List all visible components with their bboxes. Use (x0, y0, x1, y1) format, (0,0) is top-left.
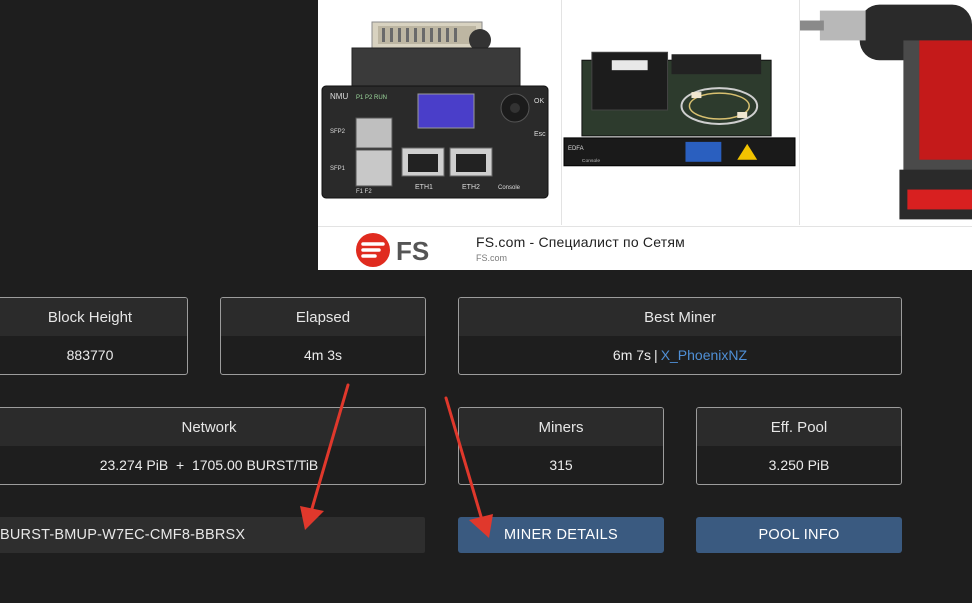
best-miner-separator: | (654, 347, 658, 363)
block-height-value: 883770 (66, 347, 114, 363)
best-miner-label: Best Miner (459, 298, 901, 336)
ad-product-network-module[interactable]: NMU P1 P2 RUN OK Esc SFP2 SFP1 F1 F2 ETH… (320, 0, 558, 225)
ad-footer[interactable]: FS FS.com - Специалист по Сетям FS.com (318, 226, 972, 270)
ad-product-drill[interactable] (799, 0, 972, 225)
eth1-label: ETH1 (415, 184, 433, 191)
eff-pool-label: Eff. Pool (697, 408, 901, 446)
sfp1-label: SFP1 (330, 166, 346, 172)
miners-value: 315 (549, 457, 573, 473)
network-module-image: NMU P1 P2 RUN OK Esc SFP2 SFP1 F1 F2 ETH… (321, 21, 549, 199)
elapsed-label: Elapsed (221, 298, 425, 336)
eff-pool-value: 3.250 PiB (768, 457, 830, 473)
edfa-console-label: Console (582, 158, 600, 164)
miners-label: Miners (459, 408, 663, 446)
drill-image (800, 4, 972, 220)
nmu-brand-label: NMU (330, 92, 348, 101)
ad-url[interactable]: FS.com (476, 253, 507, 263)
f1f2-label: F1 F2 (356, 189, 372, 195)
fs-logo: FS (356, 233, 429, 267)
network-value: 23.274 PiB + 1705.00 BURST/TiB (99, 457, 319, 473)
pool-info-button[interactable]: POOL INFO (696, 517, 902, 553)
best-miner-time: 6m 7s (612, 347, 652, 363)
elapsed-value: 4m 3s (303, 347, 343, 363)
block-height-card: Block Height 883770 (0, 297, 188, 375)
best-miner-card: Best Miner 6m 7s | X_PhoenixNZ (458, 297, 902, 375)
advertisement-banner[interactable]: NMU P1 P2 RUN OK Esc SFP2 SFP1 F1 F2 ETH… (318, 0, 972, 270)
network-card: Network 23.274 PiB + 1705.00 BURST/TiB (0, 407, 426, 485)
sfp2-label: SFP2 (330, 129, 346, 135)
eff-pool-card: Eff. Pool 3.250 PiB (696, 407, 902, 485)
burst-address-field[interactable]: BURST-BMUP-W7EC-CMF8-BBRSX (0, 517, 425, 553)
miners-card: Miners 315 (458, 407, 664, 485)
network-label: Network (0, 408, 425, 446)
best-miner-link[interactable]: X_PhoenixNZ (661, 347, 747, 363)
led-labels: P1 P2 RUN (356, 95, 387, 101)
edfa-card-image: EDFA Console (563, 51, 796, 167)
eth2-label: ETH2 (462, 184, 480, 191)
block-height-label: Block Height (0, 298, 187, 336)
esc-label: Esc (534, 131, 546, 138)
console-label: Console (498, 185, 521, 191)
ad-product-edfa-card[interactable]: EDFA Console (561, 0, 797, 225)
pool-page: NMU P1 P2 RUN OK Esc SFP2 SFP1 F1 F2 ETH… (0, 0, 972, 603)
ok-label: OK (534, 98, 544, 105)
ad-title[interactable]: FS.com - Специалист по Сетям (476, 234, 685, 250)
edfa-brand-label: EDFA (568, 146, 584, 152)
fs-logo-text: FS (396, 236, 429, 266)
elapsed-card: Elapsed 4m 3s (220, 297, 426, 375)
best-miner-value: 6m 7s | X_PhoenixNZ (459, 336, 901, 374)
miner-details-button[interactable]: MINER DETAILS (458, 517, 664, 553)
